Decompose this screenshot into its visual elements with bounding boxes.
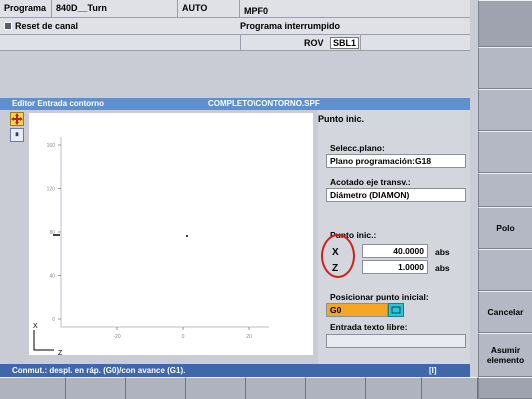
accept-element-button[interactable]: Asumir elemento	[478, 333, 532, 377]
cancel-button[interactable]: Cancelar	[478, 291, 532, 333]
horizontal-softkey-6[interactable]	[306, 377, 366, 399]
mode-indicator: AUTO	[178, 0, 240, 17]
header-divider	[240, 35, 241, 51]
start-point-marker	[186, 235, 188, 237]
horizontal-softkey-3[interactable]	[126, 377, 186, 399]
sbl-indicator: SBL1	[330, 37, 360, 49]
horizontal-softkey-2[interactable]	[66, 377, 126, 399]
contour-graphic-canvas: 16012080400-20 0 20	[47, 137, 269, 340]
z-value-field[interactable]: 1.0000	[362, 260, 428, 274]
programa-label: Programa	[0, 0, 52, 17]
z-unit: abs	[435, 263, 450, 273]
status-bar: Conmut.: despl. en ráp. (G0)/con avance …	[0, 364, 478, 377]
channel-reset: Reset de canal	[4, 21, 78, 31]
vertical-softkey-5[interactable]	[478, 173, 532, 207]
annotation-circle	[321, 234, 355, 278]
y-tick-label: 0	[52, 317, 55, 323]
polo-button[interactable]: Polo	[478, 207, 532, 249]
status-message: Conmut.: despl. en ráp. (G0)/con avance …	[12, 366, 186, 375]
horizontal-softkey-5[interactable]	[246, 377, 306, 399]
program-status: Programa interrumpido	[240, 21, 341, 31]
vertical-softkey-1[interactable]	[478, 0, 532, 47]
x-tick-label: 0	[182, 334, 185, 340]
dim-field[interactable]: Diámetro (DIAMON)	[326, 188, 466, 202]
position-toggle-button[interactable]	[388, 303, 404, 317]
softkey-column	[470, 0, 478, 399]
x-tick-label: 20	[246, 334, 252, 340]
header-row-1: Programa 840D__Turn AUTO MPF0	[0, 0, 478, 18]
dim-label: Acotado eje transv.:	[330, 177, 411, 187]
editor-title: Editor Entrada contorno	[12, 99, 104, 108]
status-indicator: [I]	[429, 366, 437, 375]
contour-graphic: 160 120 80 40 0 -20 0 20	[28, 112, 314, 356]
graphic-frame	[60, 137, 269, 328]
reset-icon	[4, 22, 12, 30]
axis-y-label: X	[33, 323, 38, 330]
freetext-label: Entrada texto libre:	[330, 322, 408, 332]
axis-indicator	[30, 326, 60, 356]
rov-indicator: ROV	[304, 38, 324, 48]
plane-label: Selecc.plano:	[330, 143, 385, 153]
plane-field[interactable]: Plano programación:G18	[326, 154, 466, 168]
header-spacer	[0, 51, 478, 98]
vertical-softkey-10[interactable]	[478, 377, 532, 399]
horizontal-softkey-8[interactable]	[422, 377, 478, 399]
horizontal-softkey-4[interactable]	[186, 377, 246, 399]
y-tick-label: 160	[47, 143, 56, 149]
header-row-2: Reset de canal Programa interrumpido	[0, 18, 478, 35]
zoom-icon[interactable]: ∎	[10, 128, 24, 142]
program-name: 840D__Turn	[52, 0, 178, 17]
vertical-softkey-2[interactable]	[478, 47, 532, 89]
header-row-3: ROV SBL1	[0, 35, 478, 51]
horizontal-softkey-7[interactable]	[366, 377, 422, 399]
left-toolbar	[0, 110, 28, 364]
vertical-softkey-4[interactable]	[478, 131, 532, 173]
axis-x-label: Z	[58, 350, 63, 357]
panel-title: Punto inic.	[318, 114, 364, 124]
position-label: Posicionar punto inicial:	[330, 292, 429, 302]
editor-file-path: COMPLETO\CONTORNO.SPF	[208, 99, 320, 108]
y-tick-label: 120	[47, 187, 56, 193]
header-divider	[360, 35, 361, 51]
freetext-input[interactable]	[326, 334, 466, 348]
horizontal-softkey-1[interactable]	[0, 377, 66, 399]
position-select[interactable]: G0	[326, 303, 388, 317]
vertical-softkey-3[interactable]	[478, 89, 532, 131]
x-tick-label: -20	[113, 334, 120, 340]
vertical-softkey-7[interactable]	[478, 249, 532, 291]
editor-title-bar: Editor Entrada contorno COMPLETO\CONTORN…	[0, 98, 470, 110]
x-unit: abs	[435, 247, 450, 257]
x-value-field[interactable]: 40.0000	[362, 244, 428, 258]
y-tick-label: 40	[49, 274, 55, 280]
move-icon[interactable]	[10, 112, 24, 126]
